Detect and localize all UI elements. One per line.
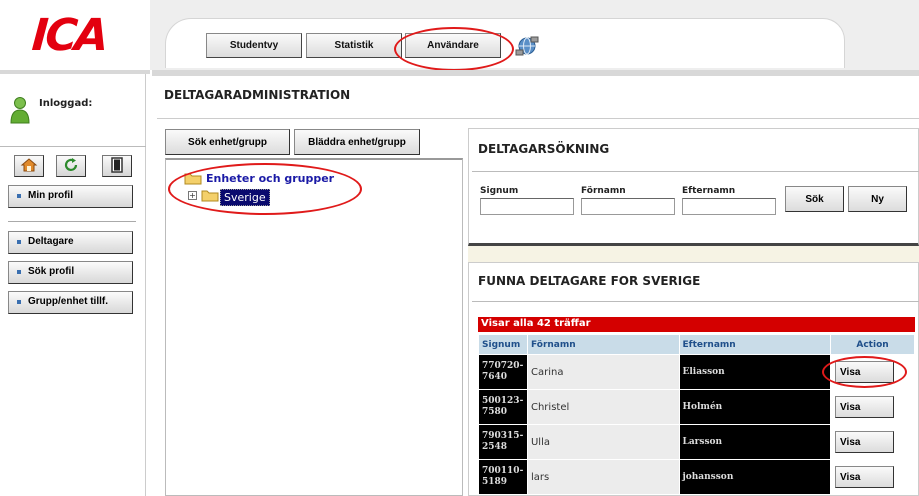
bullet-icon	[17, 300, 21, 304]
table-row: 700110-5189 lars johansson Visa	[478, 459, 915, 495]
table-row: 500123-7580 Christel Holmén Visa	[478, 389, 915, 425]
tree-expand-icon[interactable]: +	[188, 191, 197, 200]
tree-item-sverige[interactable]: Sverige	[220, 189, 270, 206]
col-signum[interactable]: Signum	[478, 334, 528, 355]
sidebar-divider	[0, 146, 146, 147]
action-cell: Visa	[830, 459, 915, 495]
efternamn-cell: Larsson	[678, 424, 832, 460]
grupp-enhet-label: Grupp/enhet tillf.	[28, 296, 108, 307]
efternamn-cell: Eliasson	[678, 354, 832, 390]
fornamn-cell: Ulla	[526, 424, 680, 460]
search-button[interactable]: Sök	[785, 186, 844, 212]
new-button[interactable]: Ny	[848, 186, 907, 212]
table-header-row: Signum Förnamn Efternamn Action	[478, 334, 915, 355]
bullet-icon	[17, 194, 21, 198]
min-profil-label: Min profil	[28, 190, 73, 201]
signum-label: Signum	[480, 186, 519, 196]
tab-studentvy[interactable]: Studentvy	[206, 33, 302, 58]
deltagare-label: Deltagare	[28, 236, 74, 247]
fornamn-cell: Carina	[526, 354, 680, 390]
col-action: Action	[830, 334, 915, 355]
results-title: FUNNA DELTAGARE FOR SVERIGE	[478, 274, 701, 288]
fornamn-label: Förnamn	[581, 186, 626, 196]
sidebar-divider-2	[8, 221, 136, 222]
bladdra-enhet-button[interactable]: Bläddra enhet/grupp	[294, 129, 420, 155]
user-icon	[9, 96, 31, 124]
efternamn-cell: johansson	[678, 459, 832, 495]
refresh-button[interactable]	[56, 155, 86, 177]
action-cell: Visa	[830, 354, 915, 390]
tree-panel	[165, 158, 463, 496]
bullet-icon	[17, 240, 21, 244]
home-button[interactable]	[14, 155, 44, 177]
visa-button[interactable]: Visa	[835, 396, 895, 418]
search-title: DELTAGARSÖKNING	[478, 142, 610, 156]
fornamn-cell: Christel	[526, 389, 680, 425]
page-title: DELTAGARADMINISTRATION	[164, 88, 351, 102]
efternamn-input[interactable]	[682, 198, 776, 215]
action-cell: Visa	[830, 389, 915, 425]
results-table: Signum Förnamn Efternamn Action 770720-7…	[478, 334, 915, 495]
panel-gap	[468, 246, 919, 262]
min-profil-button[interactable]: Min profil	[8, 185, 133, 208]
deltagare-button[interactable]: Deltagare	[8, 231, 133, 254]
fornamn-input[interactable]	[581, 198, 675, 215]
logout-button[interactable]	[102, 155, 132, 177]
signum-input[interactable]	[480, 198, 574, 215]
sok-profil-button[interactable]: Sök profil	[8, 261, 133, 284]
col-fornamn[interactable]: Förnamn	[526, 334, 680, 355]
home-icon	[20, 157, 38, 176]
main-separator	[152, 70, 919, 76]
fornamn-cell: lars	[526, 459, 680, 495]
folder-icon	[184, 171, 202, 188]
table-row: 790315-2548 Ulla Larsson Visa	[478, 424, 915, 460]
signum-cell: 700110-5189	[478, 459, 528, 495]
refresh-icon	[63, 157, 79, 176]
bullet-icon	[17, 270, 21, 274]
sidebar	[0, 74, 146, 496]
search-divider	[472, 171, 919, 172]
sok-profil-label: Sök profil	[28, 266, 75, 277]
grupp-enhet-button[interactable]: Grupp/enhet tillf.	[8, 291, 133, 314]
network-icon[interactable]	[515, 35, 539, 57]
efternamn-cell: Holmén	[678, 389, 832, 425]
results-divider	[472, 301, 919, 302]
ica-logo: ICA	[30, 10, 108, 61]
tab-anvandare[interactable]: Användare	[405, 33, 501, 58]
signum-cell: 500123-7580	[478, 389, 528, 425]
signum-cell: 770720-7640	[478, 354, 528, 390]
logo-area: ICA	[0, 0, 150, 70]
efternamn-label: Efternamn	[682, 186, 736, 196]
visa-button[interactable]: Visa	[835, 466, 895, 488]
door-icon	[110, 156, 124, 176]
visa-button[interactable]: Visa	[835, 361, 895, 383]
folder-icon	[201, 188, 219, 205]
sok-enhet-button[interactable]: Sök enhet/grupp	[165, 129, 290, 155]
visa-button[interactable]: Visa	[835, 431, 895, 453]
tree-root-label[interactable]: Enheter och grupper	[206, 172, 334, 185]
title-divider	[157, 118, 919, 119]
table-row: 770720-7640 Carina Eliasson Visa	[478, 354, 915, 390]
signum-cell: 790315-2548	[478, 424, 528, 460]
action-cell: Visa	[830, 424, 915, 460]
logged-in-label: Inloggad:	[39, 98, 93, 109]
tab-statistik[interactable]: Statistik	[306, 33, 402, 58]
results-count: Visar alla 42 träffar	[478, 317, 915, 332]
col-efternamn[interactable]: Efternamn	[678, 334, 832, 355]
